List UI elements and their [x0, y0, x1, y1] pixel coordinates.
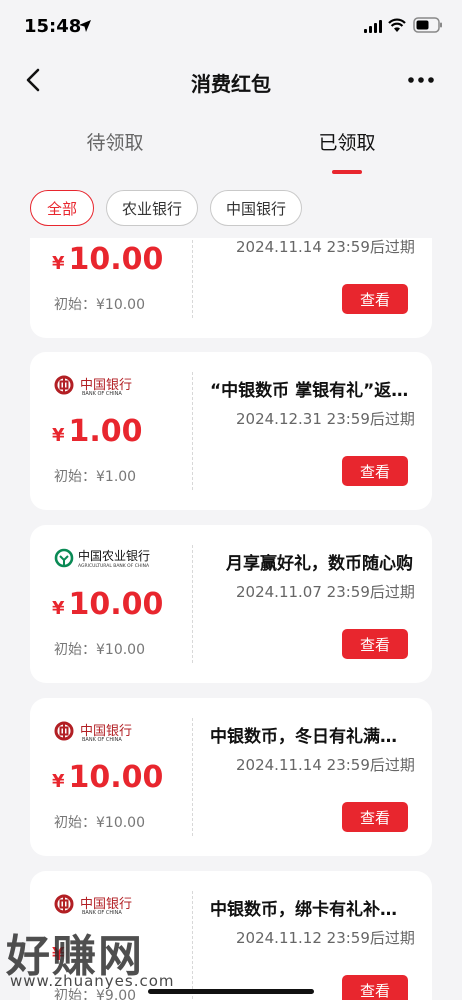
card-divider — [192, 545, 193, 663]
filter-chip-boc[interactable]: 中国银行 — [210, 190, 302, 226]
coupon-title: “中银数币 掌银有礼”返… — [210, 381, 409, 401]
currency-symbol: ¥ — [52, 944, 65, 965]
card-divider — [192, 891, 193, 1000]
filter-chip-all[interactable]: 全部 — [30, 190, 94, 226]
currency-symbol: ¥ — [52, 771, 65, 792]
coupon-amount: ¥10.00 — [52, 242, 163, 277]
view-button[interactable]: 查看 — [342, 975, 408, 1000]
coupon-card[interactable]: 中国银行 BANK OF CHINA ¥10.00 初始：¥10.00 中银数币… — [30, 698, 432, 856]
status-time: 15:48 — [24, 16, 82, 37]
status-bar: 15:48 — [0, 0, 462, 56]
more-dots-icon[interactable] — [406, 70, 436, 90]
page-title: 消费红包 — [191, 72, 271, 96]
expiry-date: 2024.12.31 23:59后过期 — [236, 410, 415, 428]
card-divider — [192, 718, 193, 836]
boc-logo: 中国银行 BANK OF CHINA — [54, 374, 154, 400]
boc-logo-en: BANK OF CHINA — [82, 910, 122, 916]
filter-bar: 全部 农业银行 中国银行 — [0, 178, 462, 238]
coupon-card[interactable]: 中国银行 BANK OF CHINA ¥ 初始：¥9.00 中银数币，绑卡有礼补… — [30, 871, 432, 1000]
boc-logo: 中国银行 BANK OF CHINA — [54, 720, 154, 746]
expiry-date: 2024.11.14 23:59后过期 — [236, 238, 415, 256]
nav-bar: 消费红包 — [0, 56, 462, 106]
wifi-icon — [388, 18, 406, 32]
expiry-date: 2024.11.07 23:59后过期 — [236, 583, 415, 601]
view-button[interactable]: 查看 — [342, 629, 408, 659]
top-area: 15:48 消费红包 待领取 已领取 — [0, 0, 462, 178]
coupon-title: 月享赢好礼，数币随心购 — [226, 554, 413, 574]
expiry-date: 2024.11.14 23:59后过期 — [236, 756, 415, 774]
battery-icon — [413, 17, 442, 33]
home-indicator — [148, 989, 314, 994]
currency-symbol: ¥ — [52, 425, 65, 446]
currency-symbol: ¥ — [52, 253, 65, 274]
active-tab-indicator — [332, 170, 362, 174]
view-button[interactable]: 查看 — [342, 284, 408, 314]
coupon-amount: ¥ — [52, 933, 69, 968]
coupon-title: 中银数币，绑卡有礼补… — [210, 900, 397, 920]
abc-logo-text: 中国农业银行 — [78, 549, 151, 563]
boc-logo-en: BANK OF CHINA — [82, 391, 122, 397]
location-arrow-icon — [79, 20, 91, 32]
tab-unclaimed[interactable]: 待领取 — [40, 128, 190, 155]
view-button[interactable]: 查看 — [342, 802, 408, 832]
coupon-amount: ¥1.00 — [52, 414, 143, 449]
initial-amount: 初始：¥9.00 — [54, 988, 137, 1000]
amount-value: 10.00 — [68, 242, 164, 277]
coupon-card[interactable]: 中国银行 BANK OF CHINA ¥1.00 初始：¥1.00 “中银数币 … — [30, 352, 432, 510]
initial-amount: 初始：¥10.00 — [54, 642, 145, 658]
boc-logo-en: BANK OF CHINA — [82, 737, 122, 743]
coupon-card[interactable]: 中国农业银行 AGRICULTURAL BANK OF CHINA ¥10.00… — [30, 525, 432, 683]
boc-logo: 中国银行 BANK OF CHINA — [54, 893, 154, 919]
abc-logo-en: AGRICULTURAL BANK OF CHINA — [78, 564, 150, 569]
coupon-list: ¥10.00 初始：¥10.00 2024.11.14 23:59后过期 查看 … — [0, 238, 462, 1000]
abc-logo: 中国农业银行 AGRICULTURAL BANK OF CHINA — [54, 547, 154, 573]
amount-value: 10.00 — [68, 760, 164, 795]
currency-symbol: ¥ — [52, 598, 65, 619]
coupon-title: 中银数币，冬日有礼满… — [210, 727, 397, 747]
initial-amount: 初始：¥1.00 — [54, 469, 137, 485]
coupon-amount: ¥10.00 — [52, 760, 163, 795]
initial-amount: 初始：¥10.00 — [54, 815, 145, 831]
view-button[interactable]: 查看 — [342, 456, 408, 486]
initial-amount: 初始：¥10.00 — [54, 297, 145, 313]
coupon-amount: ¥10.00 — [52, 587, 163, 622]
tab-bar: 待领取 已领取 — [0, 118, 462, 174]
card-divider — [192, 238, 193, 318]
filter-chip-abc[interactable]: 农业银行 — [106, 190, 198, 226]
card-divider — [192, 372, 193, 490]
coupon-card[interactable]: ¥10.00 初始：¥10.00 2024.11.14 23:59后过期 查看 — [30, 238, 432, 338]
amount-value: 1.00 — [68, 414, 143, 449]
amount-value: 10.00 — [68, 587, 164, 622]
signal-icon — [364, 20, 382, 33]
expiry-date: 2024.11.12 23:59后过期 — [236, 929, 415, 947]
tab-claimed[interactable]: 已领取 — [272, 128, 422, 155]
